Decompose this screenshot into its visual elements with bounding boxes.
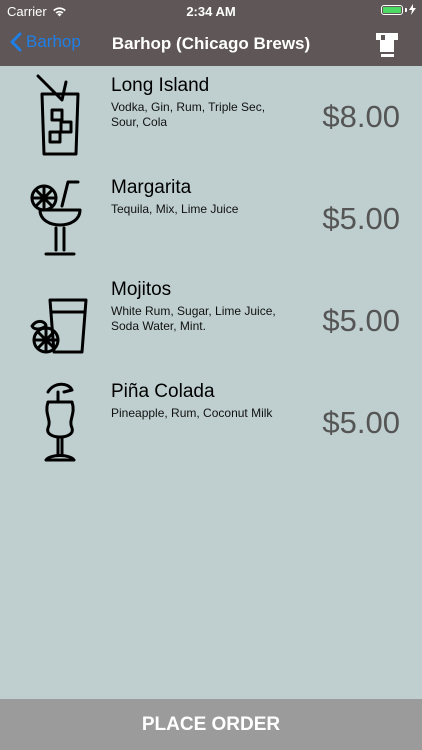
long-island-glass-icon xyxy=(36,74,80,156)
drink-name: Long Island xyxy=(111,75,210,96)
drink-price: $5.00 xyxy=(322,405,400,440)
charging-bolt-icon xyxy=(409,4,416,15)
drink-price: $8.00 xyxy=(322,99,400,134)
drink-item-margarita[interactable]: Margarita Tequila, Mix, Lime Juice $5.00 xyxy=(0,168,422,270)
place-order-button[interactable]: PLACE ORDER xyxy=(0,699,422,750)
pina-colada-glass-icon xyxy=(44,382,76,462)
margarita-glass-icon xyxy=(30,180,82,256)
drink-description: White Rum, Sugar, Lime Juice, Soda Water… xyxy=(111,304,276,333)
page-title: Barhop (Chicago Brews) xyxy=(111,34,311,53)
drink-name: Margarita xyxy=(111,177,192,198)
drink-price: $5.00 xyxy=(322,201,400,236)
mojito-glass-icon xyxy=(30,298,88,354)
cup-icon xyxy=(376,33,398,57)
drink-price: $5.00 xyxy=(322,303,400,338)
navigation-bar: Barhop Barhop (Chicago Brews) xyxy=(0,22,422,66)
status-bar: Carrier 2:34 AM xyxy=(0,0,422,22)
drink-description: Vodka, Gin, Rum, Triple Sec, Sour, Cola xyxy=(111,100,266,129)
drink-description: Pineapple, Rum, Coconut Milk xyxy=(111,406,273,420)
battery-charging-icon xyxy=(381,4,416,15)
cup-button[interactable] xyxy=(372,30,402,63)
drink-item-mojitos[interactable]: Mojitos White Rum, Sugar, Lime Juice, So… xyxy=(0,270,422,372)
drink-name: Piña Colada xyxy=(111,381,215,402)
drink-list: Long Island Vodka, Gin, Rum, Triple Sec,… xyxy=(0,66,422,474)
drink-description: Tequila, Mix, Lime Juice xyxy=(111,202,239,216)
drink-item-long-island[interactable]: Long Island Vodka, Gin, Rum, Triple Sec,… xyxy=(0,66,422,168)
drink-name: Mojitos xyxy=(111,279,172,300)
drink-item-pina-colada[interactable]: Piña Colada Pineapple, Rum, Coconut Milk… xyxy=(0,372,422,474)
clock: 2:34 AM xyxy=(186,4,236,19)
